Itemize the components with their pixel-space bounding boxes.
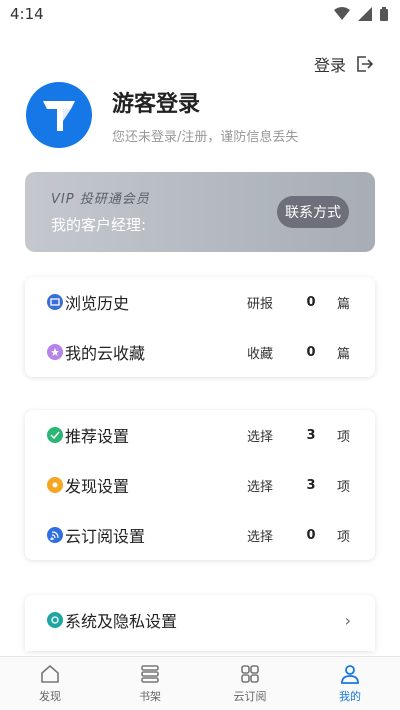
status-time: 4:14 (10, 5, 44, 23)
nav-cloud-subscribe[interactable]: 云订阅 (200, 657, 300, 710)
vip-manager-label: 我的客户经理: (51, 216, 147, 234)
row-label: 我的云收藏 (65, 344, 146, 363)
user-icon (341, 665, 359, 684)
history-icon (47, 294, 63, 310)
nav-label: 发现 (39, 690, 61, 703)
contact-button[interactable]: 联系方式 (277, 196, 349, 228)
recommend-icon (47, 427, 63, 443)
logout-icon (357, 56, 374, 72)
bottom-nav: 发现 书架 云订阅 我的 (0, 656, 400, 710)
row-count: 0 (306, 294, 316, 310)
discover-icon (47, 477, 63, 493)
vip-card[interactable]: VIP 投研通会员 我的客户经理: 联系方式 (25, 172, 375, 252)
row-kind: 收藏 (247, 346, 274, 362)
system-card: 系统及隐私设置 › (25, 595, 375, 651)
nav-discover[interactable]: 发现 (0, 657, 100, 710)
row-label: 系统及隐私设置 (65, 612, 178, 631)
settings-card: 推荐设置 选择 3 项 发现设置 选择 3 项 云订阅设置 选择 0 项 (25, 410, 375, 560)
row-unit: 篇 (337, 296, 351, 312)
row-subscribe-settings[interactable]: 云订阅设置 选择 0 项 (25, 510, 375, 560)
row-unit: 篇 (337, 346, 351, 362)
row-discover-settings[interactable]: 发现设置 选择 3 项 (25, 460, 375, 510)
row-history[interactable]: 浏览历史 研报 0 篇 (25, 277, 375, 327)
privacy-icon (47, 612, 63, 628)
nav-mine[interactable]: 我的 (300, 657, 400, 710)
nav-bookshelf[interactable]: 书架 (100, 657, 200, 710)
status-bar: 4:14 (0, 0, 400, 28)
status-icons (334, 7, 388, 21)
subscribe-icon (47, 527, 63, 543)
row-kind: 研报 (247, 296, 274, 312)
row-label: 云订阅设置 (65, 527, 146, 546)
history-card: 浏览历史 研报 0 篇 我的云收藏 收藏 0 篇 (25, 277, 375, 377)
row-unit: 项 (337, 479, 351, 495)
bookshelf-icon (141, 665, 159, 683)
row-label: 推荐设置 (65, 427, 130, 446)
logo-icon (43, 101, 75, 131)
nav-label: 云订阅 (233, 690, 267, 703)
row-unit: 项 (337, 429, 351, 445)
row-count: 0 (306, 527, 316, 543)
vip-title: VIP 投研通会员 (51, 192, 150, 207)
row-count: 0 (306, 344, 316, 360)
signal-icon (358, 7, 372, 21)
profile[interactable]: 游客登录 您还未登录/注册，谨防信息丢失 (26, 82, 298, 148)
row-label: 发现设置 (65, 477, 130, 496)
star-icon (47, 344, 63, 360)
home-icon (41, 665, 59, 683)
row-kind: 选择 (247, 479, 274, 495)
row-count: 3 (306, 477, 316, 493)
login-label: 登录 (313, 56, 346, 75)
row-unit: 项 (337, 529, 351, 545)
avatar (26, 82, 92, 148)
row-kind: 选择 (247, 529, 274, 545)
row-recommend-settings[interactable]: 推荐设置 选择 3 项 (25, 410, 375, 460)
row-count: 3 (306, 427, 316, 443)
row-privacy-settings[interactable]: 系统及隐私设置 › (25, 595, 375, 645)
profile-subtitle: 您还未登录/注册，谨防信息丢失 (112, 129, 299, 145)
battery-icon (380, 7, 388, 21)
row-label: 浏览历史 (65, 294, 130, 313)
row-cloud-favorites[interactable]: 我的云收藏 收藏 0 篇 (25, 327, 375, 377)
chevron-right-icon: › (344, 610, 351, 630)
row-kind: 选择 (247, 429, 274, 445)
nav-label: 书架 (139, 690, 161, 703)
login-link[interactable]: 登录 (314, 52, 374, 76)
profile-name: 游客登录 (112, 91, 201, 117)
wifi-icon (334, 7, 350, 20)
grid-icon (241, 665, 259, 683)
nav-label: 我的 (339, 690, 361, 703)
